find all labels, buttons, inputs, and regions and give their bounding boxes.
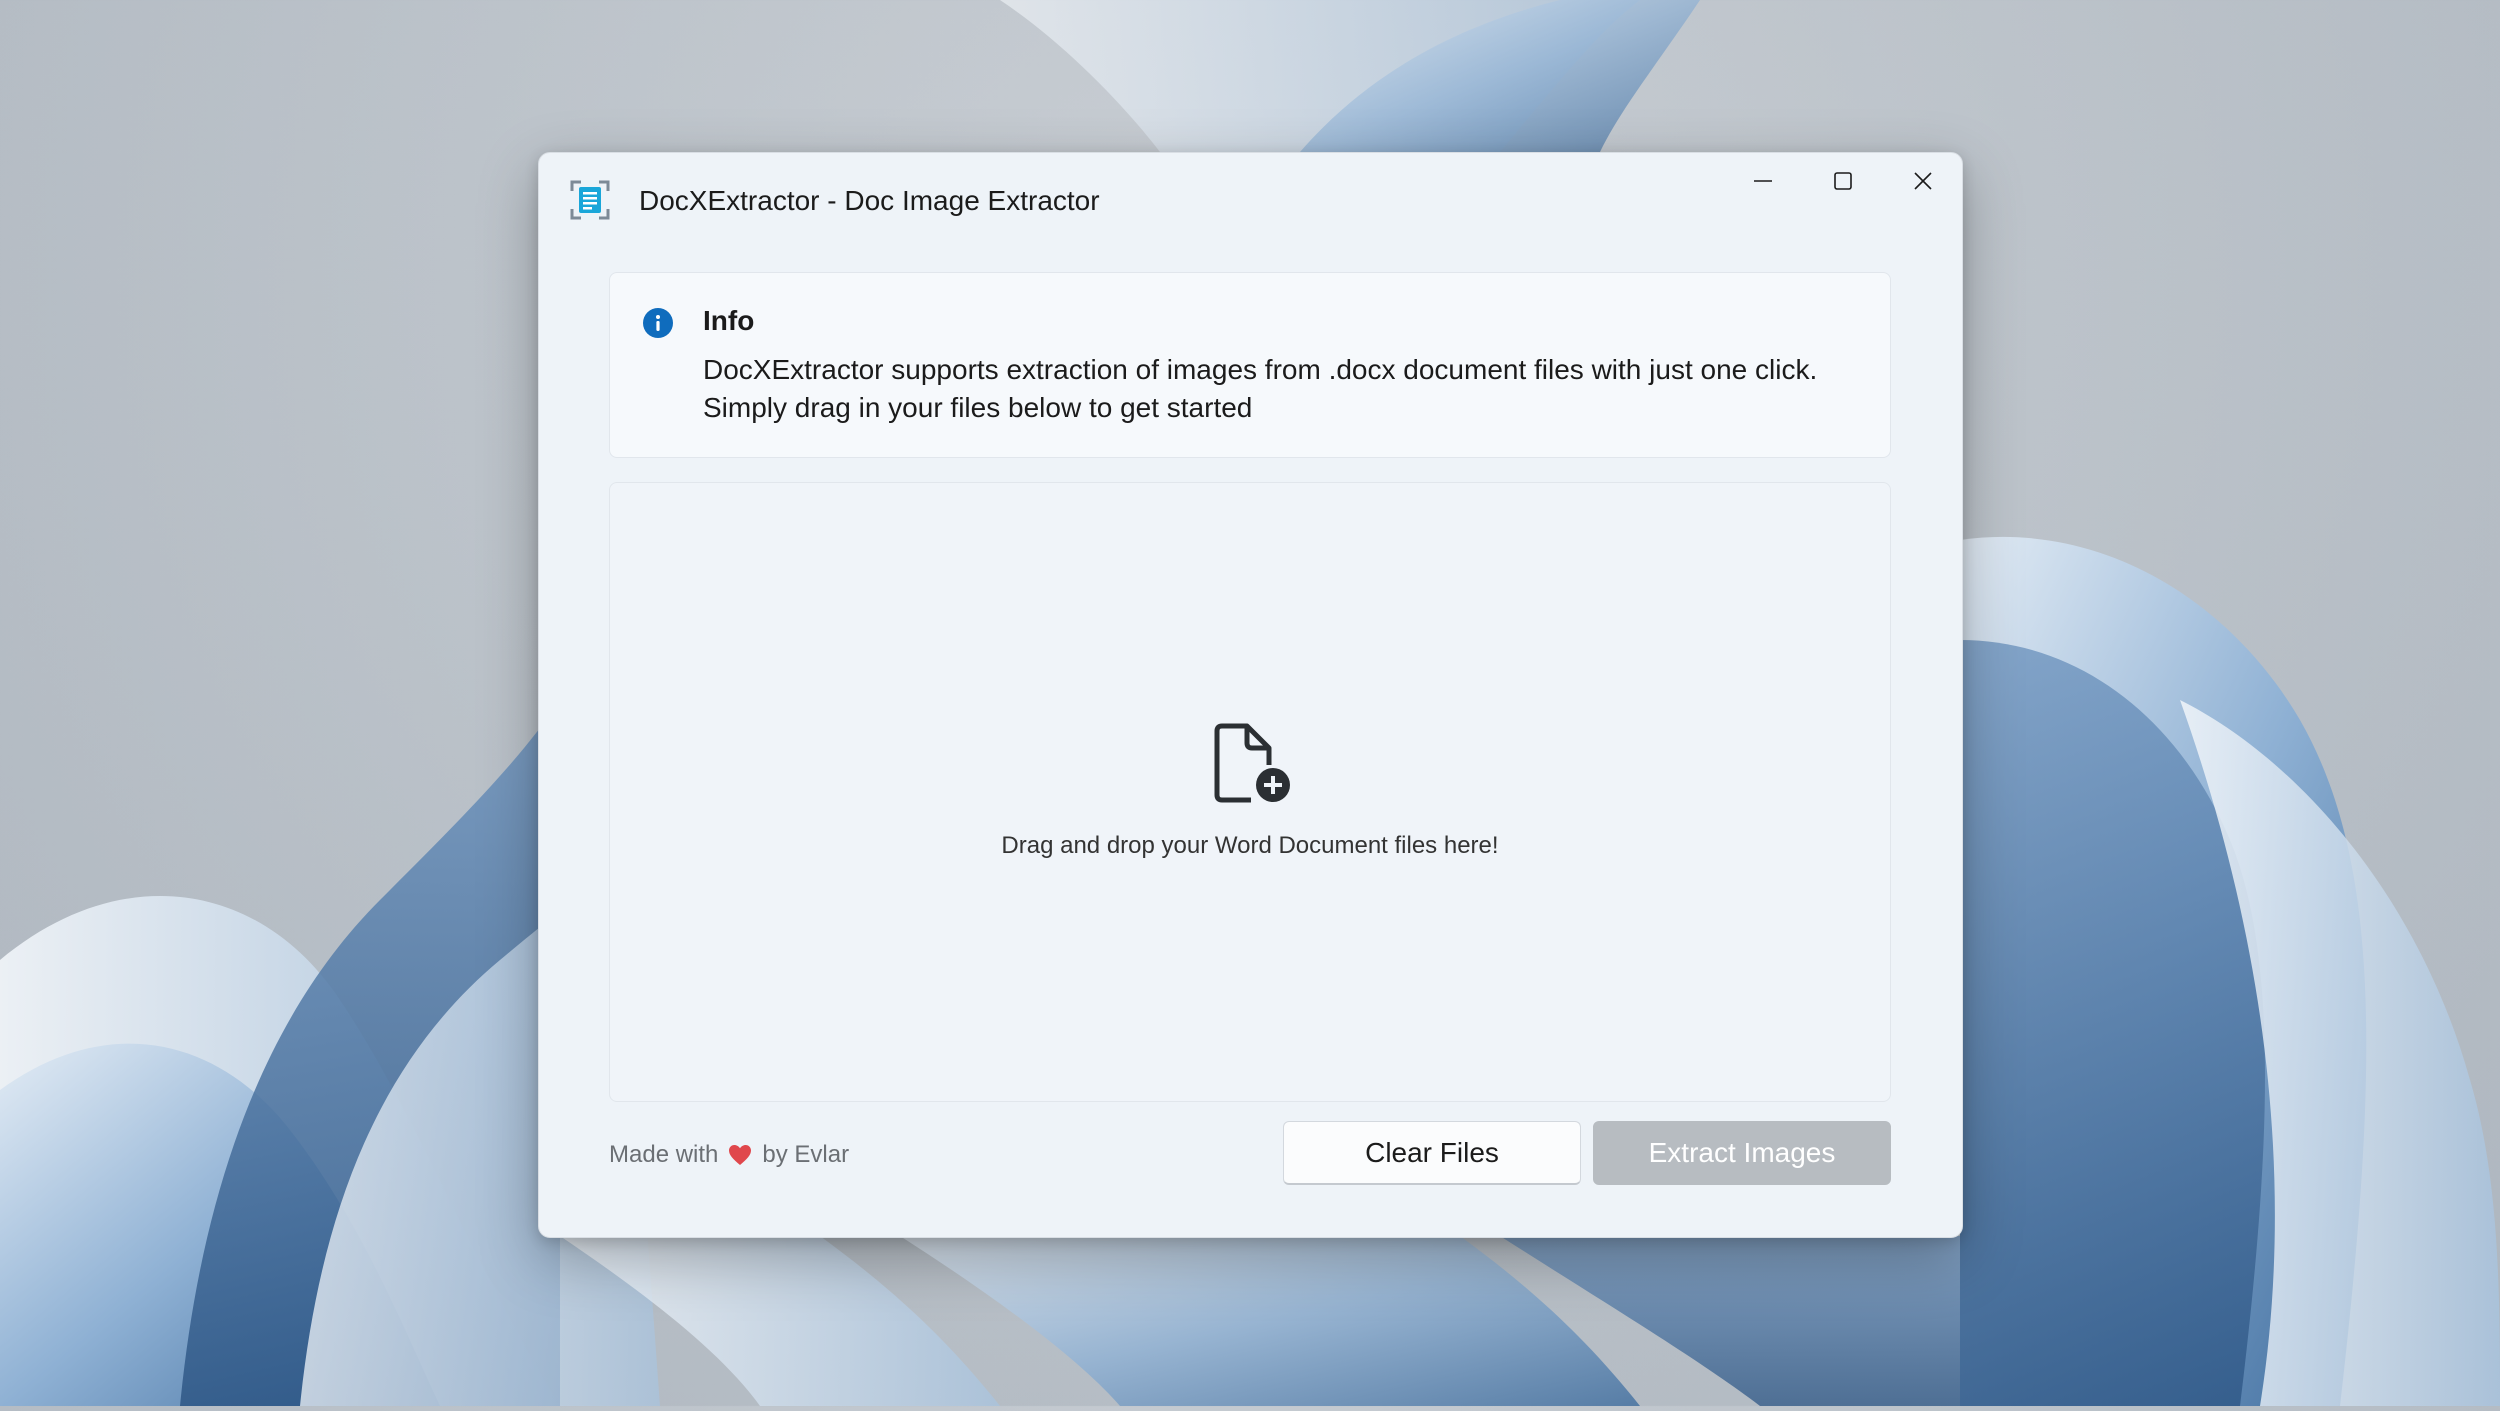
info-message-line-1: DocXExtractor supports extraction of ima… bbox=[703, 354, 1818, 385]
minimize-icon bbox=[1754, 180, 1772, 182]
document-add-icon bbox=[1209, 721, 1293, 805]
credit-suffix: by Evlar bbox=[762, 1141, 850, 1168]
maximize-icon bbox=[1834, 172, 1852, 190]
footer-credit: Made with by Evlar bbox=[609, 1141, 849, 1169]
info-message: DocXExtractor supports extraction of ima… bbox=[703, 351, 1863, 427]
heart-icon bbox=[728, 1144, 752, 1166]
extract-images-button[interactable]: Extract Images bbox=[1593, 1121, 1891, 1185]
app-logo-icon bbox=[569, 179, 611, 221]
info-bar: Info DocXExtractor supports extraction o… bbox=[609, 272, 1891, 458]
info-icon bbox=[642, 307, 674, 339]
minimize-button[interactable] bbox=[1723, 153, 1803, 209]
close-button[interactable] bbox=[1883, 153, 1962, 209]
file-drop-zone[interactable]: Drag and drop your Word Document files h… bbox=[609, 482, 1891, 1102]
credit-prefix: Made with bbox=[609, 1141, 719, 1168]
close-icon bbox=[1914, 172, 1932, 190]
info-title: Info bbox=[703, 305, 755, 336]
clear-files-button[interactable]: Clear Files bbox=[1283, 1121, 1581, 1185]
app-window: DocXExtractor - Doc Image Extractor Info… bbox=[538, 152, 1963, 1238]
window-title: DocXExtractor - Doc Image Extractor bbox=[639, 185, 1100, 216]
title-bar[interactable]: DocXExtractor - Doc Image Extractor bbox=[539, 153, 1962, 249]
maximize-button[interactable] bbox=[1803, 153, 1883, 209]
info-message-line-2: Simply drag in your files below to get s… bbox=[703, 392, 1253, 423]
drop-zone-label: Drag and drop your Word Document files h… bbox=[1001, 832, 1499, 859]
